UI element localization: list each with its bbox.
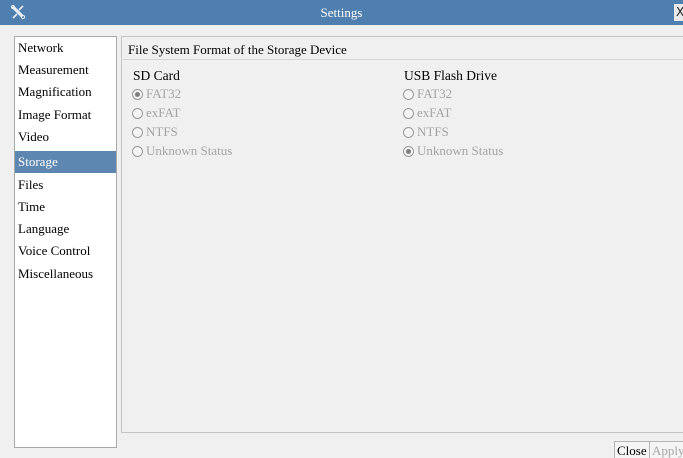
option-label: exFAT [146,105,181,120]
sd-card-option-ntfs[interactable]: NTFS [132,124,178,140]
sidebar-item-magnification[interactable]: Magnification [15,81,116,103]
option-label: FAT32 [417,86,453,101]
sidebar-item-miscellaneous[interactable]: Miscellaneous [15,263,116,285]
sidebar-item-language[interactable]: Language [15,218,116,240]
panel-divider [123,59,683,60]
sidebar-item-video[interactable]: Video [15,126,116,148]
radio-unchecked-icon [403,89,414,100]
sd-card-option-unknown[interactable]: Unknown Status [132,143,232,159]
usb-option-exfat[interactable]: exFAT [403,105,451,121]
title-bar[interactable]: Settings X [0,0,683,25]
sidebar-item-time[interactable]: Time [15,196,116,218]
window-title: Settings [320,5,363,20]
settings-window: Settings X Network Measurement Magnifica… [0,0,683,458]
radio-unchecked-icon [403,127,414,138]
radio-unchecked-icon [132,108,143,119]
radio-checked-icon [403,146,414,157]
option-label: FAT32 [146,86,182,101]
sd-card-option-fat32[interactable]: FAT32 [132,86,181,102]
close-button[interactable]: Close [614,441,650,458]
sidebar-item-image-format[interactable]: Image Format [15,104,116,126]
sd-card-option-exfat[interactable]: exFAT [132,105,180,121]
close-window-button[interactable]: X [674,4,683,21]
option-label: NTFS [417,124,449,139]
usb-flash-heading: USB Flash Drive [404,68,498,83]
option-label: Unknown Status [417,143,504,158]
usb-option-fat32[interactable]: FAT32 [403,86,452,102]
usb-option-ntfs[interactable]: NTFS [403,124,449,140]
radio-unchecked-icon [403,108,414,119]
settings-category-list[interactable]: Network Measurement Magnification Image … [14,36,117,448]
storage-settings-panel [121,36,683,433]
option-label: exFAT [417,105,452,120]
sidebar-item-storage[interactable]: Storage [15,151,116,173]
radio-unchecked-icon [132,127,143,138]
sidebar-item-measurement[interactable]: Measurement [15,59,116,81]
option-label: NTFS [146,124,178,139]
radio-unchecked-icon [132,146,143,157]
option-label: Unknown Status [146,143,233,158]
sidebar-item-network[interactable]: Network [15,37,116,59]
sidebar-item-files[interactable]: Files [15,174,116,196]
sd-card-heading: SD Card [133,68,180,83]
apply-button[interactable]: Apply [649,441,683,458]
radio-checked-icon [132,89,143,100]
usb-option-unknown[interactable]: Unknown Status [403,143,503,159]
sidebar-item-voice-control[interactable]: Voice Control [15,240,116,262]
panel-title: File System Format of the Storage Device [128,42,347,57]
